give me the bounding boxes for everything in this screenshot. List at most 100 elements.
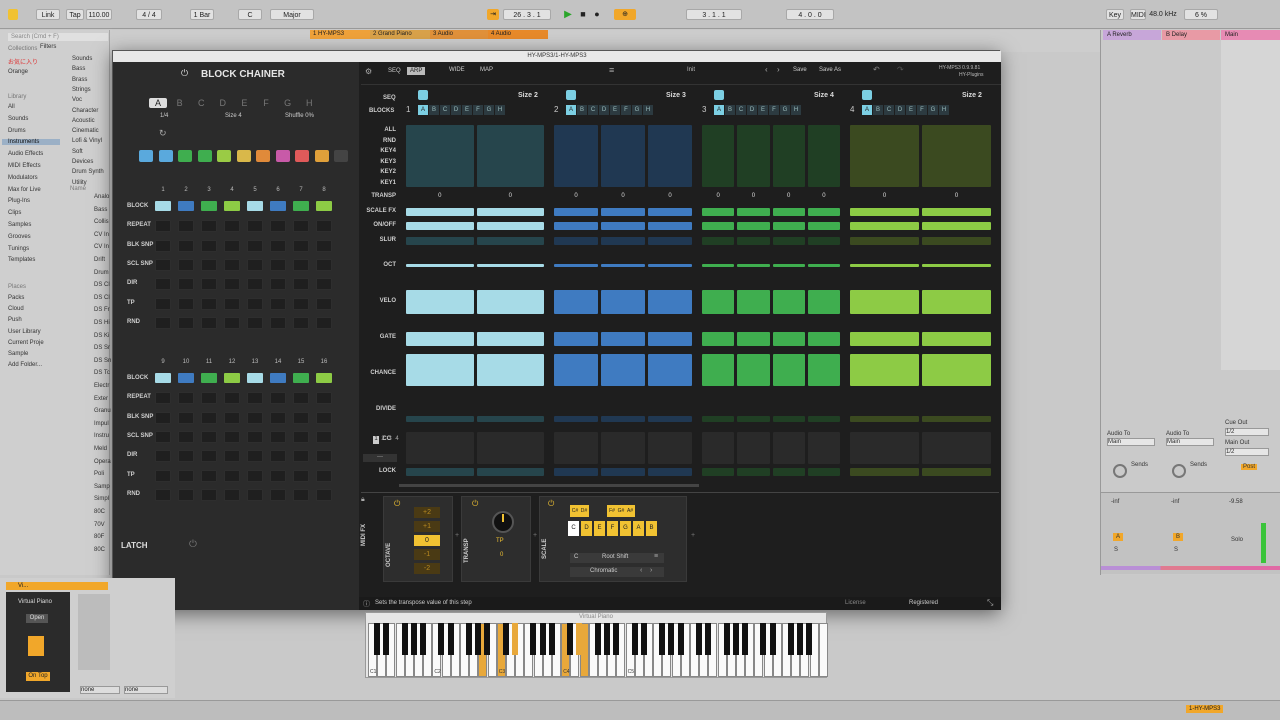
chainer-grid-cell[interactable] [178,297,194,310]
chainer-grid-cell[interactable] [201,278,217,291]
octave-cell[interactable] [601,264,645,267]
name-item-9[interactable]: DS Fr [94,307,110,313]
slur-cell[interactable] [554,237,598,245]
save-as-button[interactable]: Save As [819,67,841,73]
piano-black-key[interactable] [530,623,537,655]
name-item-1[interactable]: Bass [94,207,107,213]
collection-orange[interactable]: Orange [8,69,28,75]
on-off-cell[interactable] [850,222,919,230]
block-letter-D[interactable]: D [451,105,461,115]
chainer-tool-6[interactable] [256,150,270,162]
scale-select[interactable]: Major [270,9,314,20]
send-knob-a[interactable] [1113,464,1127,478]
name-column-header[interactable]: Name [70,186,86,192]
name-item-21[interactable]: Opera [94,459,111,465]
track-4[interactable]: 4 Audio [488,30,548,39]
chainer-tool-4[interactable] [217,150,231,162]
chainer-grid-cell[interactable] [316,430,332,443]
name-item-3[interactable]: CV In [94,232,109,238]
octave-power-icon[interactable]: ⏻ [394,499,400,509]
piano-black-key[interactable] [788,623,794,655]
name-item-25[interactable]: 80C [94,509,105,515]
chainer-grid-cell[interactable] [316,469,332,482]
chainer-letter-B[interactable]: B [171,98,189,108]
lock-cell[interactable] [772,468,805,476]
block-letter-E[interactable]: E [906,105,916,115]
velocity-cell[interactable] [648,290,692,314]
block-play-icon[interactable] [566,90,576,100]
automation-arm-icon[interactable]: ⊕ [614,9,636,20]
transp-value[interactable]: 0 [773,193,805,199]
device-title-bar[interactable]: Vi... [6,582,108,590]
cc-select[interactable]: --- [363,454,397,462]
solo-a[interactable]: S [1114,547,1118,553]
record-icon[interactable]: ● [592,9,602,20]
piano-black-key[interactable] [420,623,426,655]
chainer-tool-10[interactable] [334,150,348,162]
lock-cell[interactable] [601,468,645,476]
key-grid-cell[interactable] [476,125,544,187]
piano-black-key[interactable] [475,623,482,655]
chainer-grid-cell[interactable] [201,469,217,482]
scale-fx-cell[interactable] [922,208,991,216]
chainer-grid-cell[interactable] [155,392,171,405]
slur-cell[interactable] [476,237,544,245]
power-icon[interactable]: ⏻ [181,68,188,79]
name-item-18[interactable]: Impul [94,421,109,427]
cc-cell[interactable] [807,432,840,464]
chainer-grid-cell[interactable] [178,469,194,482]
volume-b[interactable]: -inf [1171,499,1179,505]
filter-item-10[interactable]: Devices [72,159,93,165]
block-letter-E[interactable]: E [462,105,472,115]
scale-natural-key[interactable]: B [646,521,657,536]
lock-cell[interactable] [476,468,544,476]
piano-black-key[interactable] [640,623,647,655]
block-letter-A[interactable]: A [566,105,576,115]
cc-cell[interactable] [850,432,919,464]
places-item-1[interactable]: Cloud [8,306,24,312]
divide-cell[interactable] [850,416,919,422]
name-item-27[interactable]: 80F [94,534,104,540]
scale-fx-cell[interactable] [406,208,474,216]
block-letter-H[interactable]: H [643,105,653,115]
key-grid-cell[interactable] [850,125,919,187]
midi-map-button[interactable]: MIDI [1130,9,1146,20]
cc-cell[interactable] [922,432,991,464]
cc-cell[interactable] [601,432,645,464]
octave-cell[interactable] [476,264,544,267]
chainer-block-cell[interactable] [316,373,332,383]
piano-black-key[interactable] [539,623,546,655]
block-letter-B[interactable]: B [873,105,883,115]
activator-a[interactable]: A [1113,533,1124,541]
lock-cell[interactable] [737,468,770,476]
solo-b[interactable]: S [1174,547,1178,553]
chainer-grid-cell[interactable] [247,316,263,329]
chainer-grid-cell[interactable] [316,297,332,310]
chainer-grid-cell[interactable] [270,297,286,310]
transp-value[interactable]: 0 [737,193,769,199]
transp-value[interactable]: 0 [648,193,692,199]
places-item-2[interactable]: Push [8,317,22,323]
block-letter-D[interactable]: D [895,105,905,115]
filter-item-6[interactable]: Acoustic [72,118,95,124]
chainer-block-cell[interactable] [201,201,217,211]
stop-icon[interactable]: ■ [578,9,588,20]
chainer-letter-C[interactable]: C [192,98,210,108]
chainer-grid-cell[interactable] [224,430,240,443]
chainer-grid-cell[interactable] [178,392,194,405]
divide-cell[interactable] [922,416,991,422]
chainer-grid-cell[interactable] [201,297,217,310]
chance-cell[interactable] [850,354,919,386]
name-item-11[interactable]: DS Ki [94,333,109,339]
places-item-0[interactable]: Packs [8,295,24,301]
map-button[interactable]: MAP [480,67,493,73]
divide-cell[interactable] [554,416,598,422]
piano-black-key[interactable] [502,623,509,655]
chainer-grid-cell[interactable] [224,258,240,271]
scale-mode-row[interactable]: Chromatic ‹ › [570,567,664,577]
chainer-block-cell[interactable] [224,373,240,383]
chainer-grid-cell[interactable] [201,239,217,252]
piano-black-key[interactable] [742,623,748,655]
position-field[interactable]: 26 . 3 . 1 [503,9,551,20]
chainer-block-cell[interactable] [316,201,332,211]
